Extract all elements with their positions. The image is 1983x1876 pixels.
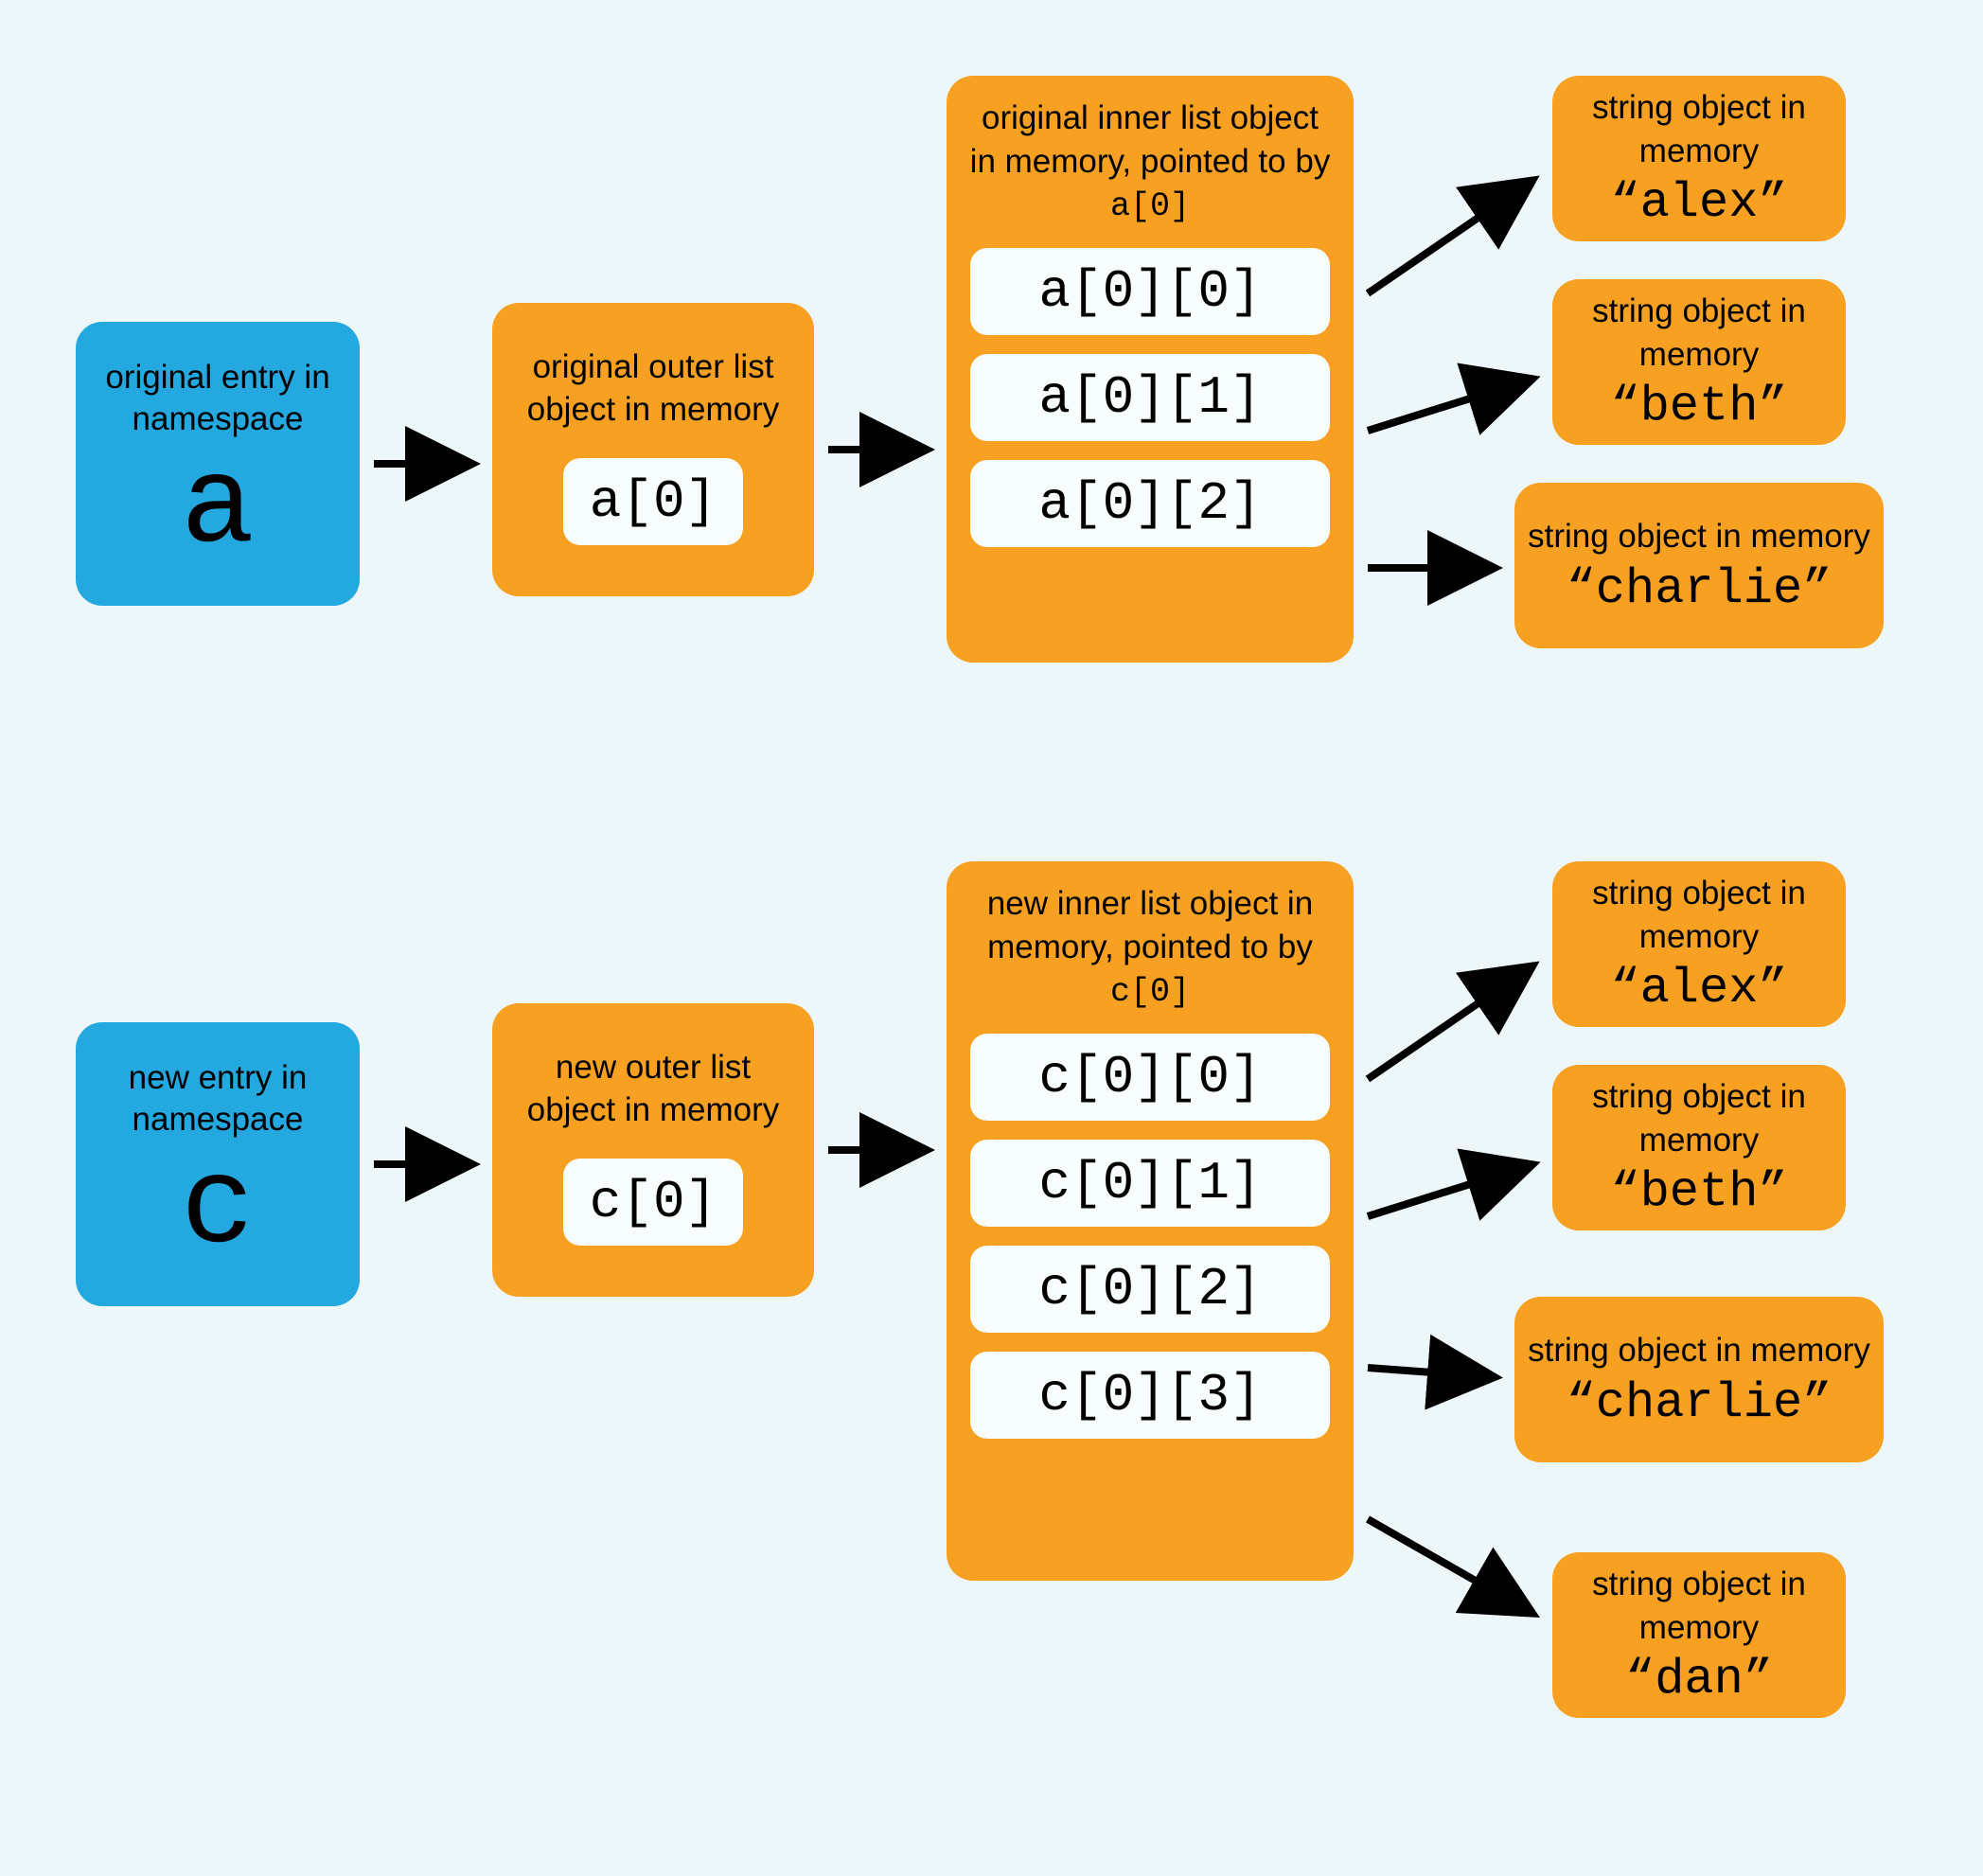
string-c-1-label: string object in memory [1552,1075,1846,1161]
string-c-0-label: string object in memory [1552,872,1846,958]
string-c-0: string object in memory alex [1552,861,1846,1027]
inner-list-c-item-3: c[0][3] [970,1352,1330,1439]
namespace-entry-c: new entry in namespace c [76,1022,360,1306]
string-c-2: string object in memory charlie [1514,1297,1884,1462]
arrow-c02-to-charlie [1368,1368,1496,1377]
string-a-0: string object in memory alex [1552,76,1846,241]
outer-list-c-label: new outer list object in memory [492,1046,814,1132]
namespace-c-label: new entry in namespace [76,1057,360,1141]
string-c-3-value: dan [1625,1653,1773,1707]
string-a-0-value: alex [1610,176,1787,230]
string-a-1-label: string object in memory [1552,290,1846,376]
inner-list-c-item-1: c[0][1] [970,1140,1330,1227]
outer-list-c-entry: c[0] [563,1159,743,1246]
namespace-a-var: a [181,448,255,571]
inner-list-c: new inner list object in memory, pointed… [947,861,1354,1581]
string-a-0-label: string object in memory [1552,86,1846,172]
inner-list-a-item-0: a[0][0] [970,248,1330,335]
string-a-1: string object in memory beth [1552,279,1846,445]
inner-list-a: original inner list object in memory, po… [947,76,1354,663]
arrow-c00-to-alex [1368,965,1533,1079]
string-c-3: string object in memory dan [1552,1552,1846,1718]
string-a-2-label: string object in memory [1528,515,1870,558]
string-c-0-value: alex [1610,962,1787,1016]
string-c-1-value: beth [1610,1165,1787,1219]
string-c-3-label: string object in memory [1552,1563,1846,1649]
namespace-a-label: original entry in namespace [76,357,360,440]
outer-list-a-entry: a[0] [563,458,743,545]
outer-list-a-label: original outer list object in memory [492,345,814,432]
arrow-a00-to-alex [1368,180,1533,293]
inner-list-a-label: original inner list object in memory, po… [947,89,1354,239]
string-c-2-label: string object in memory [1528,1329,1870,1372]
string-c-1: string object in memory beth [1552,1065,1846,1230]
inner-list-a-item-1: a[0][1] [970,354,1330,441]
outer-list-c: new outer list object in memory c[0] [492,1003,814,1297]
string-a-1-value: beth [1610,380,1787,434]
string-a-2-value: charlie [1567,562,1833,616]
outer-list-a: original outer list object in memory a[0… [492,303,814,596]
namespace-entry-a: original entry in namespace a [76,322,360,606]
inner-list-c-item-0: c[0][0] [970,1034,1330,1121]
string-c-2-value: charlie [1567,1376,1833,1430]
namespace-c-var: c [181,1148,255,1271]
string-a-2: string object in memory charlie [1514,483,1884,648]
arrow-a01-to-beth [1368,379,1533,431]
arrow-c03-to-dan [1368,1519,1533,1614]
arrow-c01-to-beth [1368,1164,1533,1216]
inner-list-c-label: new inner list object in memory, pointed… [947,875,1354,1024]
inner-list-a-item-2: a[0][2] [970,460,1330,547]
inner-list-c-item-2: c[0][2] [970,1246,1330,1333]
